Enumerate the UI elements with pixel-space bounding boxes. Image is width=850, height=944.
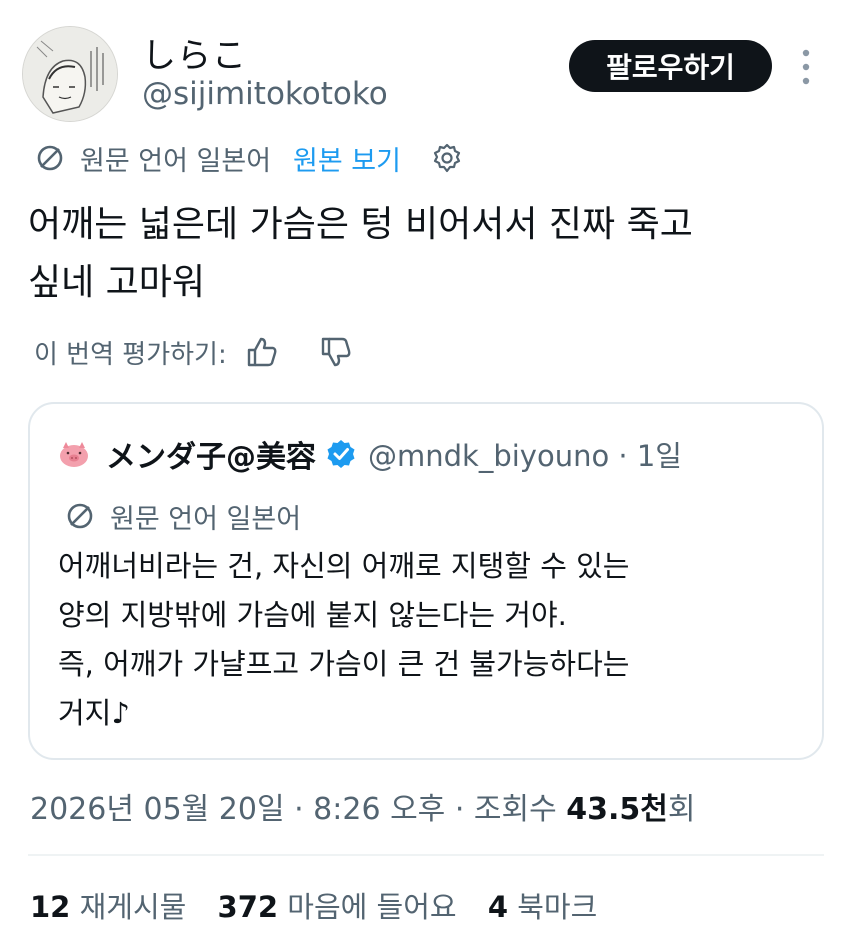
tweet-meta: 2026년 05월 20일 · 8:26 오후 · 조회수 43.5천회 [30, 784, 695, 828]
likes-stat[interactable]: 372 마음에 들어요 [218, 890, 457, 924]
settings-gear-icon[interactable] [431, 142, 463, 174]
translation-source-label: 원문 언어 일본어 [80, 145, 272, 177]
tweet-text: 어깨는 넓은데 가슴은 텅 비어서서 진짜 죽고 싶네 고마워 [28, 196, 818, 312]
quoted-text-line: 즉, 어깨가 가냘프고 가슴이 큰 건 불가능하다는 [58, 647, 630, 681]
rate-translation-label: 이 번역 평가하기: [34, 339, 227, 370]
likes-label: 마음에 들어요 [287, 890, 457, 924]
thumbs-up-icon[interactable] [245, 335, 279, 369]
tweet-text-line: 어깨는 넓은데 가슴은 텅 비어서서 진짜 죽고 [28, 204, 693, 245]
quoted-text-line: 양의 지방밖에 가슴에 붙지 않는다는 거야. [58, 598, 567, 632]
translate-icon [37, 145, 63, 171]
likes-count: 372 [217, 890, 279, 924]
author-handle[interactable]: @sijimitokotoko [142, 76, 388, 112]
tweet-stats: 12 재게시물 372 마음에 들어요 4 북마크 [30, 884, 619, 926]
more-vertical-icon[interactable] [796, 48, 816, 86]
tweet-text-line: 싶네 고마워 [28, 262, 206, 303]
avatar-illustration [23, 27, 117, 121]
quoted-tweet-card[interactable]: メンダ子@美容 @mndk_biyouno · 1일 원문 언어 일본어 어깨너… [28, 402, 824, 760]
author-display-name[interactable]: しらこ [142, 28, 247, 77]
tweet-datetime[interactable]: 2026년 05월 20일 · 8:26 오후 · 조회수 [30, 792, 566, 827]
bookmarks-count: 4 [487, 890, 509, 924]
reposts-stat[interactable]: 12 재게시물 [30, 890, 186, 924]
bookmarks-label: 북마크 [517, 890, 598, 924]
quoted-author-display-name[interactable]: メンダ子@美容 [106, 432, 316, 476]
translate-icon [67, 503, 93, 529]
rate-translation-row: 이 번역 평가하기: [34, 330, 353, 374]
divider [28, 854, 824, 856]
follow-button[interactable]: 팔로우하기 [569, 40, 772, 92]
quoted-text-line: 거지♪ [58, 696, 130, 730]
quoted-tweet-text: 어깨너비라는 건, 자신의 어깨로 지탱할 수 있는 양의 지방밖에 가슴에 붙… [58, 542, 808, 738]
views-count: 43.5천 [566, 792, 668, 827]
reposts-label: 재게시물 [79, 890, 187, 924]
translation-bar: 원문 언어 일본어 원본 보기 [34, 138, 463, 178]
pig-avatar-icon [60, 442, 88, 467]
quoted-translation-source-label: 원문 언어 일본어 [110, 503, 302, 535]
quoted-tweet-header: メンダ子@美容 @mndk_biyouno · 1일 [56, 432, 682, 476]
reposts-count: 12 [30, 890, 71, 924]
quoted-translation-bar: 원문 언어 일본어 [64, 496, 301, 536]
view-original-link[interactable]: 원본 보기 [293, 139, 401, 178]
thumbs-down-icon[interactable] [319, 335, 353, 369]
quoted-author-handle-time[interactable]: @mndk_biyouno · 1일 [368, 433, 682, 475]
views-suffix: 회 [667, 792, 696, 827]
quoted-text-line: 어깨너비라는 건, 자신의 어깨로 지탱할 수 있는 [58, 549, 630, 583]
bookmarks-stat[interactable]: 4 북마크 [488, 890, 597, 924]
author-avatar[interactable] [22, 26, 118, 122]
tweet-header: しらこ @sijimitokotoko 팔로우하기 [0, 0, 850, 130]
verified-badge-icon [327, 440, 355, 468]
